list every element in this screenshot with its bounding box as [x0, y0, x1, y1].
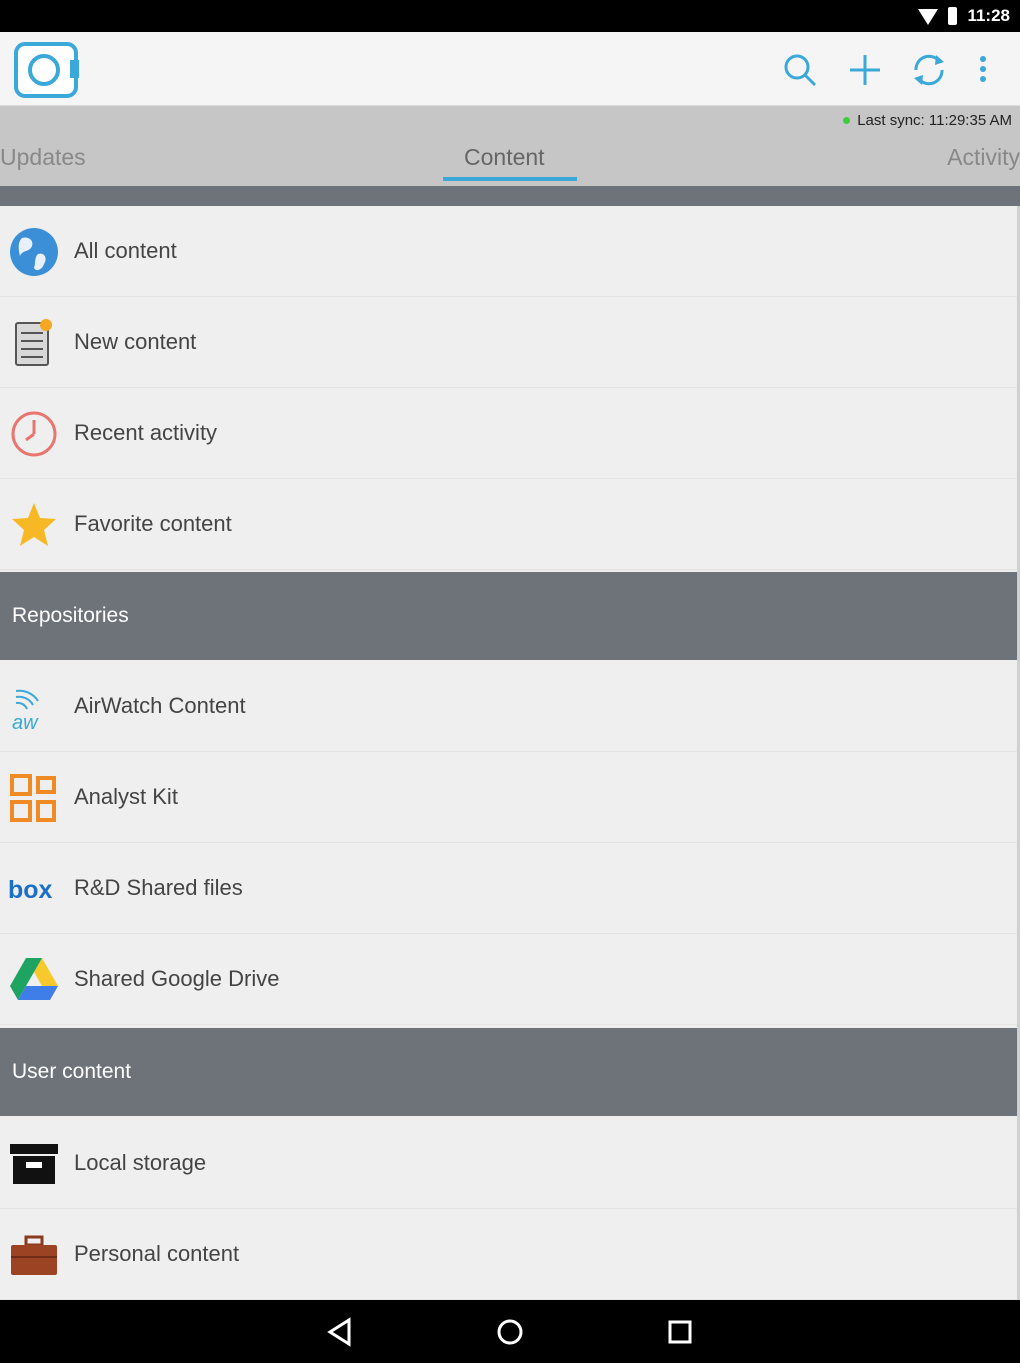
app-bar — [0, 32, 1020, 106]
archive-icon — [10, 1144, 58, 1184]
section-header-repositories: Repositories — [0, 572, 1020, 660]
list-item-label: AirWatch Content — [74, 693, 246, 718]
tab-activity[interactable]: Activity — [947, 144, 1020, 171]
last-sync-status: Last sync: 11:29:35 AM — [843, 112, 1012, 129]
briefcase-icon — [11, 1235, 57, 1275]
list-item-label: Favorite content — [74, 511, 232, 536]
home-icon[interactable] — [493, 1315, 527, 1349]
kit-icon — [10, 774, 56, 822]
list-item-analyst-kit[interactable]: Analyst Kit — [0, 752, 1018, 843]
back-icon[interactable] — [323, 1315, 357, 1349]
tab-divider — [0, 186, 1020, 206]
active-tab-indicator — [443, 177, 577, 181]
airwatch-icon: aw — [12, 689, 39, 733]
search-icon[interactable] — [782, 52, 818, 88]
list-item-all-content[interactable]: All content — [0, 206, 1018, 297]
list-item-favorite-content[interactable]: Favorite content — [0, 479, 1018, 570]
list-item-label: Analyst Kit — [74, 784, 178, 809]
recent-apps-icon[interactable] — [663, 1315, 697, 1349]
sync-status-dot — [843, 117, 851, 124]
google-drive-icon — [10, 958, 58, 1000]
section-header-user-content: User content — [0, 1028, 1020, 1116]
star-icon — [12, 503, 56, 546]
navigation-bar — [0, 1300, 1020, 1363]
svg-text:aw: aw — [12, 712, 39, 733]
list-item-rd-shared-files[interactable]: box R&D Shared files — [0, 843, 1018, 934]
sync-icon[interactable] — [911, 52, 947, 88]
list-item-label: R&D Shared files — [74, 875, 243, 900]
list-item-label: All content — [74, 238, 177, 263]
tab-bar: Last sync: 11:29:35 AM Updates Content A… — [0, 106, 1020, 186]
svg-text:box: box — [8, 876, 53, 904]
list-item-recent-activity[interactable]: Recent activity — [0, 388, 1018, 479]
content-list: All content New content Recent activity … — [0, 206, 1018, 570]
wifi-icon — [918, 9, 939, 25]
list-item-local-storage[interactable]: Local storage — [0, 1118, 1018, 1209]
status-bar: 11:28 — [0, 0, 1020, 32]
app-logo-icon — [14, 42, 79, 98]
status-time: 11:28 — [967, 6, 1010, 25]
repositories-list: aw AirWatch Content Analyst Kit box R&D … — [0, 661, 1018, 1025]
battery-icon — [948, 7, 958, 25]
list-item-new-content[interactable]: New content — [0, 297, 1018, 388]
list-item-label: Shared Google Drive — [74, 966, 280, 991]
more-vert-icon[interactable] — [968, 52, 998, 88]
list-item-label: Recent activity — [74, 420, 218, 445]
clock-icon — [11, 411, 57, 457]
globe-icon — [10, 228, 58, 276]
box-icon: box — [8, 876, 53, 904]
list-item-shared-google-drive[interactable]: Shared Google Drive — [0, 934, 1018, 1025]
tab-content[interactable]: Content — [464, 144, 545, 171]
list-item-label: Local storage — [74, 1150, 207, 1175]
list-item-label: New content — [74, 329, 197, 354]
document-new-icon — [15, 319, 52, 366]
user-content-list: Local storage Personal content — [0, 1118, 1018, 1300]
last-sync-label: Last sync: 11:29:35 AM — [857, 112, 1012, 129]
plus-icon[interactable] — [847, 52, 883, 88]
list-item-label: Personal content — [74, 1241, 240, 1266]
list-item-personal-content[interactable]: Personal content — [0, 1209, 1018, 1300]
list-item-airwatch-content[interactable]: aw AirWatch Content — [0, 661, 1018, 752]
tab-updates[interactable]: Updates — [0, 144, 86, 171]
